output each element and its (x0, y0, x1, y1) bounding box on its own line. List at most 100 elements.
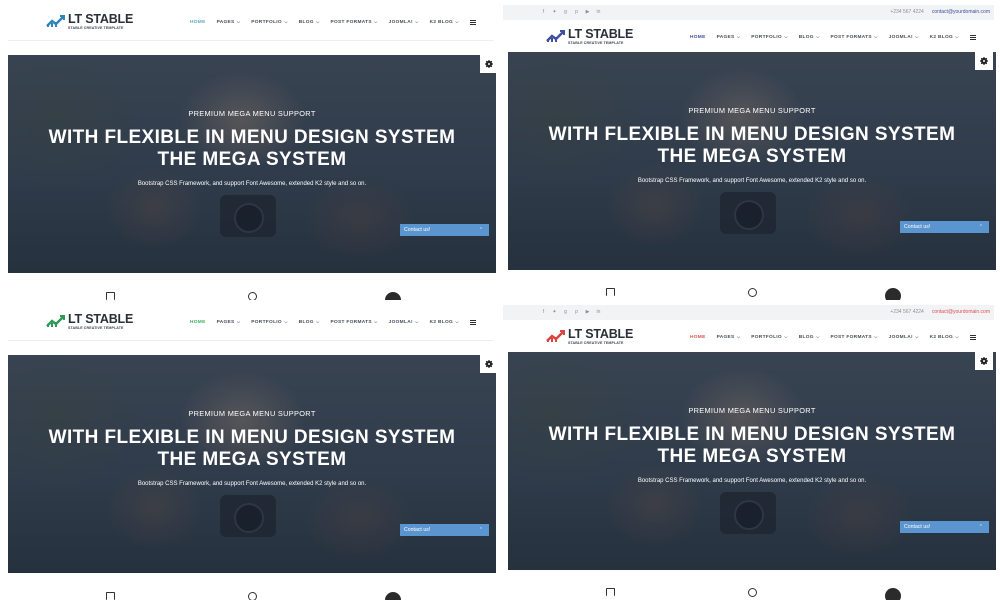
chevron-down-icon: ⌵ (814, 34, 820, 39)
settings-button[interactable] (480, 355, 498, 373)
site-logo[interactable]: LT STABLE STABLE CREATIVE TEMPLATE (546, 27, 636, 49)
nav-item-joomla[interactable]: JOOMLA! ⌵ (389, 19, 419, 25)
support-icon (248, 292, 257, 300)
nav-item-pages[interactable]: PAGES ⌵ (217, 319, 241, 325)
nav-item-home[interactable]: HOME (690, 335, 706, 340)
facebook-icon[interactable]: f (541, 9, 546, 15)
chevron-down-icon: ⌵ (814, 334, 820, 339)
contact-us-widget[interactable]: Contact us! ⌃ (900, 521, 989, 533)
chevron-down-icon: ⌵ (954, 334, 959, 339)
site-logo[interactable]: LT STABLE STABLE CREATIVE TEMPLATE (546, 327, 636, 349)
device-icon (106, 292, 115, 300)
chevron-down-icon: ⌵ (282, 19, 288, 24)
support-icon (748, 588, 757, 597)
hamburger-icon[interactable] (469, 319, 476, 325)
hero-kicker: PREMIUM MEGA MENU SUPPORT (188, 409, 316, 418)
chevron-down-icon: ⌵ (913, 34, 919, 39)
nav-item-k2-blog[interactable]: K2 BLOG ⌵ (930, 34, 959, 40)
chevron-down-icon: ⌵ (872, 34, 878, 39)
linkedin-icon[interactable]: in (596, 309, 601, 315)
settings-button[interactable] (975, 52, 993, 70)
twitter-icon[interactable]: ✦ (552, 309, 557, 315)
google-plus-icon[interactable]: g (563, 309, 568, 315)
support-icon (248, 592, 257, 600)
linkedin-icon[interactable]: in (596, 9, 601, 15)
chevron-down-icon: ⌵ (735, 34, 741, 39)
hero-slider: PREMIUM MEGA MENU SUPPORT WITH FLEXIBLE … (508, 352, 996, 570)
logo-chart-icon (546, 330, 565, 342)
nav-item-joomla[interactable]: JOOMLA! ⌵ (889, 334, 919, 340)
contact-us-label: Contact us! (904, 524, 931, 530)
phone-number: +234 567 4224 (890, 9, 924, 15)
nav-item-home[interactable]: HOME (690, 35, 706, 40)
nav-item-post-formats[interactable]: POST FORMATS ⌵ (831, 34, 878, 40)
chevron-down-icon: ⌵ (235, 19, 241, 24)
gear-icon (485, 60, 493, 68)
nav-item-blog[interactable]: BLOG ⌵ (299, 319, 320, 325)
chevron-up-icon: ⌃ (978, 524, 983, 530)
social-links: f ✦ g p ▶ in (541, 9, 601, 15)
facebook-icon[interactable]: f (541, 309, 546, 315)
nav-item-portfolio[interactable]: PORTFOLIO ⌵ (751, 334, 787, 340)
nav-item-k2-blog[interactable]: K2 BLOG ⌵ (430, 19, 459, 25)
pinterest-icon[interactable]: p (574, 309, 579, 315)
hero-headline: WITH FLEXIBLE IN MENU DESIGN SYSTEM THE … (8, 427, 496, 471)
youtube-icon[interactable]: ▶ (585, 9, 590, 15)
site-logo[interactable]: LT STABLE STABLE CREATIVE TEMPLATE (46, 12, 136, 34)
gear-icon (485, 360, 493, 368)
chevron-up-icon: ⌃ (978, 224, 983, 230)
nav-item-blog[interactable]: BLOG ⌵ (799, 334, 820, 340)
main-nav: HOME PAGES ⌵ PORTFOLIO ⌵ BLOG ⌵ POST FORMATS… (690, 34, 976, 40)
top-contact-bar: f ✦ g p ▶ in +234 567 4224 contact@yourdomain… (503, 305, 994, 320)
contact-us-widget[interactable]: Contact us! ⌃ (900, 221, 989, 233)
contact-us-widget[interactable]: Contact us! ⌃ (400, 524, 489, 536)
nav-item-pages[interactable]: PAGES ⌵ (717, 334, 741, 340)
email-link[interactable]: contact@yourdomain.com (932, 309, 990, 315)
nav-item-blog[interactable]: BLOG ⌵ (299, 19, 320, 25)
nav-item-k2-blog[interactable]: K2 BLOG ⌵ (930, 334, 959, 340)
theme-preview-blue: LT STABLE STABLE CREATIVE TEMPLATE HOME P… (0, 0, 500, 300)
nav-item-portfolio[interactable]: PORTFOLIO ⌵ (251, 319, 287, 325)
hamburger-icon[interactable] (469, 19, 476, 25)
logo-tagline: STABLE CREATIVE TEMPLATE (568, 341, 624, 345)
email-link[interactable]: contact@yourdomain.com (932, 9, 990, 15)
nav-item-post-formats[interactable]: POST FORMATS ⌵ (831, 334, 878, 340)
logo-tagline: STABLE CREATIVE TEMPLATE (68, 326, 124, 330)
chevron-down-icon: ⌵ (413, 319, 419, 324)
hero-kicker: PREMIUM MEGA MENU SUPPORT (688, 406, 816, 415)
hero-kicker: PREMIUM MEGA MENU SUPPORT (688, 106, 816, 115)
pinterest-icon[interactable]: p (574, 9, 579, 15)
google-plus-icon[interactable]: g (563, 9, 568, 15)
logo-wordmark: LT STABLE (568, 27, 634, 41)
nav-item-joomla[interactable]: JOOMLA! ⌵ (389, 319, 419, 325)
nav-item-joomla[interactable]: JOOMLA! ⌵ (889, 34, 919, 40)
hero-headline-line2: THE MEGA SYSTEM (157, 149, 347, 170)
settings-button[interactable] (480, 55, 498, 73)
nav-item-portfolio[interactable]: PORTFOLIO ⌵ (251, 19, 287, 25)
nav-item-blog[interactable]: BLOG ⌵ (799, 34, 820, 40)
site-logo[interactable]: LT STABLE STABLE CREATIVE TEMPLATE (46, 312, 136, 334)
nav-item-home[interactable]: HOME (190, 20, 206, 25)
nav-item-post-formats[interactable]: POST FORMATS ⌵ (331, 319, 378, 325)
logo-tagline: STABLE CREATIVE TEMPLATE (68, 26, 124, 30)
support-icon (748, 288, 757, 297)
device-icon (106, 592, 115, 600)
nav-item-pages[interactable]: PAGES ⌵ (217, 19, 241, 25)
hero-headline-line1: WITH FLEXIBLE IN MENU DESIGN SYSTEM (48, 427, 456, 448)
twitter-icon[interactable]: ✦ (552, 9, 557, 15)
nav-item-portfolio[interactable]: PORTFOLIO ⌵ (751, 34, 787, 40)
nav-item-k2-blog[interactable]: K2 BLOG ⌵ (430, 319, 459, 325)
nav-item-home[interactable]: HOME (190, 320, 206, 325)
logo-chart-icon (46, 315, 65, 327)
nav-item-post-formats[interactable]: POST FORMATS ⌵ (331, 19, 378, 25)
youtube-icon[interactable]: ▶ (585, 309, 590, 315)
settings-button[interactable] (975, 352, 993, 370)
chevron-down-icon: ⌵ (872, 334, 878, 339)
contact-us-widget[interactable]: Contact us! ⌃ (400, 224, 489, 236)
device-icon (606, 288, 615, 296)
hamburger-icon[interactable] (969, 34, 976, 40)
soccer-ball-icon (885, 288, 901, 300)
hamburger-icon[interactable] (969, 334, 976, 340)
logo-wordmark: LT STABLE (568, 327, 634, 341)
nav-item-pages[interactable]: PAGES ⌵ (717, 34, 741, 40)
